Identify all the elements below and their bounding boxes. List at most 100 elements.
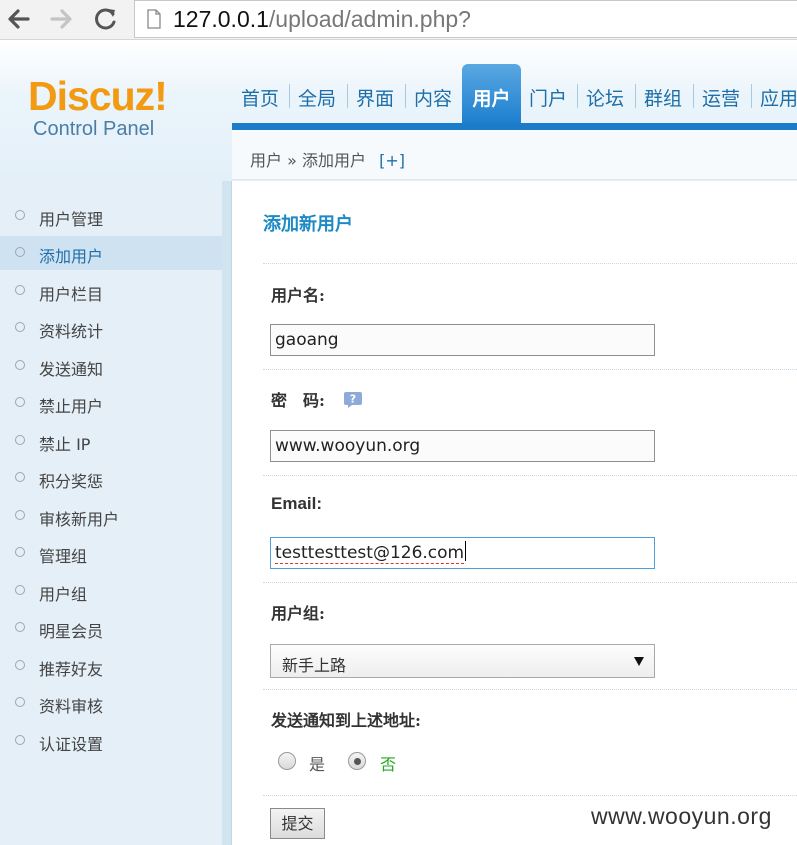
nav-portal[interactable]: 门户: [529, 84, 567, 116]
sidebar-item-label: 用户组: [39, 585, 88, 604]
breadcrumb-section[interactable]: 用户: [250, 151, 282, 170]
password-label: 密 码:: [271, 391, 325, 410]
nav-separator: [289, 84, 290, 108]
sidebar-item-profile-stats[interactable]: 资料统计: [0, 311, 222, 345]
nav-separator: [693, 84, 694, 108]
bullet-icon: [15, 547, 25, 557]
nav-operation[interactable]: 运营: [702, 84, 740, 116]
back-arrow-icon[interactable]: [4, 6, 32, 32]
divider: [263, 582, 797, 583]
divider: [263, 689, 797, 690]
nav-separator: [577, 84, 578, 108]
password-label-row: 密 码: ?: [271, 387, 363, 411]
sidebar-item-ban-user[interactable]: 禁止用户: [0, 386, 222, 420]
nav-forum[interactable]: 论坛: [586, 84, 624, 116]
divider: [263, 369, 797, 370]
nav-separator: [751, 84, 752, 108]
username-label: 用户名:: [271, 286, 325, 305]
sidebar-item-review-new-users[interactable]: 审核新用户: [0, 499, 222, 533]
nav-content[interactable]: 内容: [414, 84, 452, 116]
sidebar-divider: [222, 181, 232, 845]
sidebar-item-label: 禁止 IP: [39, 435, 91, 454]
notify-no-label[interactable]: 否: [380, 751, 396, 775]
forward-arrow-icon[interactable]: [48, 6, 76, 32]
usergroup-selected: 新手上路: [282, 656, 347, 675]
divider: [263, 795, 797, 796]
text-caret: [465, 541, 467, 561]
sidebar-item-label: 禁止用户: [39, 397, 104, 416]
sidebar-item-label: 管理组: [39, 547, 88, 566]
password-input[interactable]: www.wooyun.org: [270, 430, 655, 462]
sidebar-item-credits[interactable]: 积分奖惩: [0, 461, 222, 495]
sidebar-item-profile-review[interactable]: 资料审核: [0, 686, 222, 720]
submit-button[interactable]: 提交: [270, 808, 325, 839]
main-content: 添加新用户 用户名: gaoang 密 码: ? www.wooyun.org …: [233, 181, 797, 845]
sidebar-item-label: 明星会员: [39, 622, 104, 641]
breadcrumb-page: 添加用户: [302, 151, 367, 170]
breadcrumb: 用户 » 添加用户 [+]: [232, 130, 797, 180]
sidebar-item-label: 用户管理: [39, 210, 104, 229]
sidebar-item-label: 审核新用户: [39, 510, 120, 529]
nav-apps[interactable]: 应用: [760, 84, 797, 116]
bullet-icon: [15, 285, 25, 295]
nav-interface[interactable]: 界面: [356, 84, 394, 116]
watermark: www.wooyun.org: [591, 803, 772, 829]
sidebar-item-add-user[interactable]: 添加用户: [0, 236, 222, 270]
notify-yes-label[interactable]: 是: [309, 751, 325, 775]
username-input[interactable]: gaoang: [270, 324, 655, 356]
sidebar-item-label: 认证设置: [39, 735, 104, 754]
bullet-icon: [15, 360, 25, 370]
bullet-icon: [15, 472, 25, 482]
logo-subtitle: Control Panel: [33, 118, 155, 140]
reload-icon[interactable]: [92, 6, 120, 32]
sidebar-item-star-members[interactable]: 明星会员: [0, 611, 222, 645]
sidebar-item-user-manage[interactable]: 用户管理: [0, 199, 222, 233]
sidebar-item-user-groups[interactable]: 用户组: [0, 574, 222, 608]
notify-yes-radio[interactable]: [278, 752, 296, 770]
divider: [263, 475, 797, 476]
nav-separator: [405, 84, 406, 108]
sidebar-item-label: 资料审核: [39, 697, 104, 716]
logo-brand: Discuz!: [28, 73, 168, 119]
usergroup-select[interactable]: 新手上路: [270, 644, 655, 678]
sidebar-item-admin-groups[interactable]: 管理组: [0, 536, 222, 570]
email-input[interactable]: testtesttest@126.com: [270, 537, 655, 569]
add-shortcut-link[interactable]: [+]: [379, 151, 405, 170]
sidebar-item-ban-ip[interactable]: 禁止 IP: [0, 424, 222, 458]
page-icon: [147, 9, 161, 29]
nav-user[interactable]: 用户: [462, 64, 521, 124]
bullet-icon: [15, 397, 25, 407]
usergroup-label: 用户组:: [271, 604, 325, 623]
bullet-icon: [15, 322, 25, 332]
notify-no-radio[interactable]: [348, 752, 366, 770]
bullet-icon: [15, 210, 25, 220]
bullet-icon: [15, 435, 25, 445]
nav-separator: [635, 84, 636, 108]
url-text: 127.0.0.1/upload/admin.php?: [173, 6, 471, 33]
bullet-icon: [15, 660, 25, 670]
address-bar[interactable]: 127.0.0.1/upload/admin.php?: [134, 0, 797, 38]
email-label: Email:: [271, 494, 323, 513]
dropdown-arrow-icon: [634, 657, 644, 666]
page-title: 添加新用户: [263, 214, 353, 235]
sidebar-item-recommend-friends[interactable]: 推荐好友: [0, 649, 222, 683]
help-icon[interactable]: ?: [343, 391, 363, 409]
sidebar-item-user-columns[interactable]: 用户栏目: [0, 274, 222, 308]
bullet-icon: [15, 585, 25, 595]
sidebar-item-label: 资料统计: [39, 322, 104, 341]
svg-text:?: ?: [349, 393, 355, 406]
browser-toolbar: 127.0.0.1/upload/admin.php?: [0, 0, 797, 40]
nav-home[interactable]: 首页: [241, 84, 279, 116]
bullet-icon: [15, 622, 25, 632]
discuz-logo[interactable]: Discuz! Control Panel: [28, 73, 168, 141]
email-value: testtesttest@126.com: [275, 543, 465, 564]
sidebar-item-verification[interactable]: 认证设置: [0, 724, 222, 758]
sidebar-item-send-notice[interactable]: 发送通知: [0, 349, 222, 383]
nav-underline: [232, 123, 797, 130]
nav-separator: [347, 84, 348, 108]
nav-global[interactable]: 全局: [298, 84, 336, 116]
notify-label: 发送通知到上述地址:: [271, 711, 421, 730]
url-path: /upload/admin.php?: [268, 6, 471, 32]
nav-group[interactable]: 群组: [644, 84, 682, 116]
sidebar-item-label: 推荐好友: [39, 660, 104, 679]
